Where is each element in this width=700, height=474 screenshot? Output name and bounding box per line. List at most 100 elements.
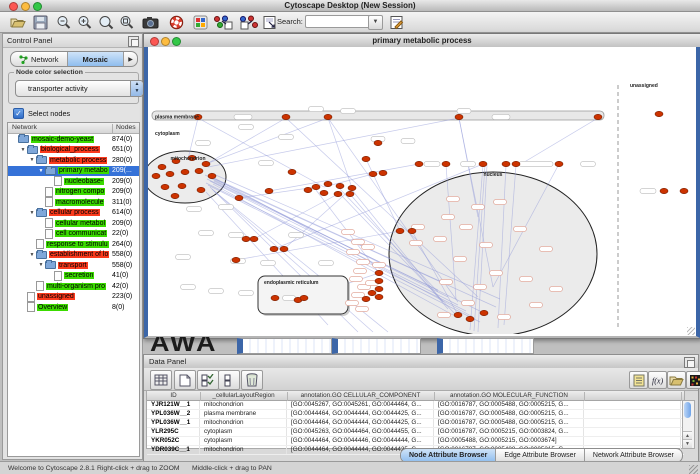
- vizmapper-icon[interactable]: [192, 14, 209, 30]
- save-session-icon[interactable]: [32, 14, 49, 30]
- network-node[interactable]: [195, 168, 203, 173]
- background-window-thumbnail[interactable]: [237, 338, 332, 354]
- network-node-unselected[interactable]: [309, 106, 324, 111]
- network-node-unselected[interactable]: [181, 284, 196, 289]
- network-node[interactable]: [660, 188, 668, 193]
- network-node-unselected[interactable]: [239, 124, 254, 129]
- network-node-unselected[interactable]: [640, 188, 656, 193]
- network-node-unselected[interactable]: [492, 114, 510, 119]
- zoom-in-icon[interactable]: [76, 14, 93, 30]
- node-color-dropdown[interactable]: transporter activity ▲▼: [15, 80, 144, 97]
- annotation-export-icon[interactable]: [238, 14, 260, 30]
- tree-expand-icon[interactable]: ▼: [28, 252, 36, 258]
- tab-overflow-arrow[interactable]: ▶: [124, 52, 137, 66]
- network-node-unselected[interactable]: [229, 232, 244, 237]
- network-node[interactable]: [300, 295, 308, 300]
- network-node-unselected[interactable]: [239, 290, 254, 295]
- network-node-unselected[interactable]: [356, 306, 369, 311]
- network-node[interactable]: [171, 193, 179, 198]
- network-node[interactable]: [680, 188, 688, 193]
- network-tree-row[interactable]: ▼establishment of lo558(0): [8, 250, 139, 261]
- network-node-unselected[interactable]: [490, 270, 503, 275]
- network-node-unselected[interactable]: [352, 292, 365, 297]
- network-node[interactable]: [346, 191, 354, 196]
- network-node-unselected[interactable]: [279, 134, 294, 139]
- network-node-unselected[interactable]: [520, 276, 533, 281]
- network-node-unselected[interactable]: [261, 260, 276, 265]
- import-attributes-icon[interactable]: [667, 371, 686, 389]
- table-column-header[interactable]: annotation.GO MOLECULAR_FUNCTION: [434, 392, 585, 401]
- tree-expand-icon[interactable]: ▼: [37, 262, 45, 268]
- network-node-unselected[interactable]: [319, 260, 334, 265]
- network-node[interactable]: [324, 114, 332, 119]
- network-node-unselected[interactable]: [457, 108, 471, 113]
- tree-expand-icon[interactable]: ▼: [37, 168, 45, 174]
- new-attribute-icon[interactable]: [174, 370, 196, 390]
- network-node-unselected[interactable]: [472, 204, 485, 209]
- network-node-unselected[interactable]: [494, 199, 507, 204]
- network-node-unselected[interactable]: [498, 314, 511, 319]
- network-node-unselected[interactable]: [447, 196, 460, 201]
- tree-expand-icon[interactable]: ▼: [28, 157, 36, 163]
- network-node[interactable]: [362, 156, 370, 161]
- network-node-unselected[interactable]: [454, 256, 467, 261]
- network-edge[interactable]: [203, 118, 328, 165]
- network-node-unselected[interactable]: [462, 300, 475, 305]
- network-node-unselected[interactable]: [480, 242, 493, 247]
- zoom-out-icon[interactable]: [55, 14, 72, 30]
- network-node[interactable]: [512, 161, 520, 166]
- tab-mosaic[interactable]: Mosaic: [68, 52, 125, 66]
- network-tree-row[interactable]: cellular metabol209(0): [8, 218, 139, 229]
- network-node[interactable]: [594, 114, 602, 119]
- network-node[interactable]: [152, 173, 160, 178]
- network-edge[interactable]: [284, 188, 352, 249]
- network-node[interactable]: [312, 184, 320, 189]
- network-tree-row[interactable]: ▼transport558(0): [8, 260, 139, 271]
- network-node[interactable]: [181, 169, 189, 174]
- network-node[interactable]: [348, 185, 356, 190]
- background-window-thumbnail[interactable]: [437, 338, 534, 354]
- network-node-unselected[interactable]: [438, 312, 451, 317]
- network-node[interactable]: [202, 161, 210, 166]
- snapshot-camera-icon[interactable]: [142, 14, 159, 30]
- table-column-header[interactable]: _cellularLayoutRegion: [200, 392, 288, 401]
- network-node[interactable]: [208, 173, 216, 178]
- table-row[interactable]: YPL036W__2plasma membrane[GO:0044464, GO…: [147, 410, 684, 419]
- table-column-header[interactable]: [584, 392, 682, 401]
- network-tree-row[interactable]: unassigned223(0): [8, 292, 139, 303]
- network-node[interactable]: [235, 195, 243, 200]
- network-node[interactable]: [374, 140, 382, 145]
- table-scrollbar[interactable]: ▲ ▼: [682, 400, 695, 449]
- search-dropdown-icon[interactable]: ▼: [368, 15, 383, 30]
- network-node-unselected[interactable]: [519, 161, 553, 166]
- search-advanced-icon[interactable]: [388, 14, 405, 30]
- network-node[interactable]: [396, 228, 404, 233]
- help-lifesaver-icon[interactable]: [168, 14, 185, 30]
- table-row[interactable]: YLR295Ccytoplasm[GO:0045263, GO:0044464,…: [147, 428, 684, 437]
- network-node[interactable]: [178, 183, 186, 188]
- float-panel-icon[interactable]: [128, 36, 139, 47]
- select-nodes-checkbox[interactable]: ✓: [13, 108, 24, 119]
- zoom-selected-icon[interactable]: [97, 14, 114, 30]
- network-node-unselected[interactable]: [187, 206, 202, 211]
- network-tree-row[interactable]: cell communicat22(0): [8, 229, 139, 240]
- network-node[interactable]: [336, 183, 344, 188]
- network-node[interactable]: [375, 270, 383, 275]
- network-node-unselected[interactable]: [357, 259, 370, 264]
- network-node[interactable]: [362, 296, 370, 301]
- attribute-list-icon[interactable]: [218, 370, 240, 390]
- network-node-unselected[interactable]: [401, 138, 415, 143]
- network-node[interactable]: [197, 187, 205, 192]
- network-node[interactable]: [655, 111, 663, 116]
- background-window-thumbnail[interactable]: [332, 338, 421, 354]
- app-resize-grip[interactable]: [689, 465, 698, 474]
- data-panel-titlebar[interactable]: Data Panel: [144, 355, 698, 369]
- network-edge[interactable]: [328, 118, 352, 188]
- network-node[interactable]: [288, 169, 296, 174]
- delete-attributes-icon[interactable]: [197, 370, 219, 390]
- network-node-unselected[interactable]: [342, 229, 355, 234]
- table-row[interactable]: YJR121W__1mitochondrion[GO:0045267, GO:0…: [147, 401, 684, 410]
- network-node[interactable]: [324, 181, 332, 186]
- network-edge[interactable]: [516, 118, 598, 167]
- import-network-icon[interactable]: [261, 14, 278, 30]
